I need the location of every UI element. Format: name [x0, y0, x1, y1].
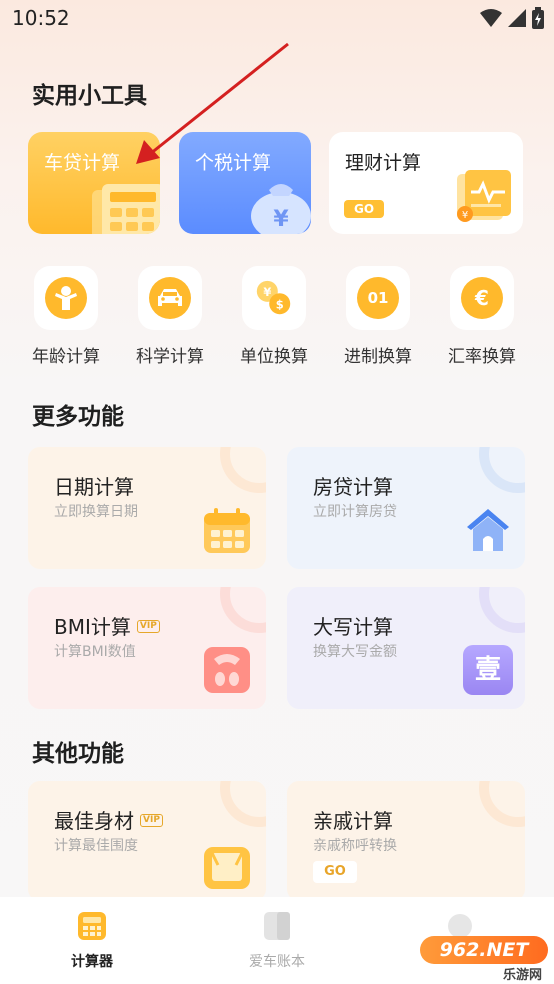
card-title: 日期计算 — [54, 475, 134, 499]
finance-go-badge[interactable]: GO — [344, 200, 384, 218]
finance-chart-icon: ¥ — [457, 170, 511, 222]
card-title: 最佳身材 VIP — [54, 805, 163, 834]
tab-calculator[interactable]: 计算器 — [42, 911, 142, 971]
currency-exchange-icon: ¥ $ — [253, 277, 295, 319]
watermark-logo: 962.NET 乐游网 — [408, 936, 548, 983]
uppercase-calc-card[interactable]: 大写计算 换算大写金额 壹 — [287, 587, 525, 709]
card-title: 大写计算 — [313, 615, 393, 639]
date-calc-card[interactable]: 日期计算 立即换算日期 — [28, 447, 266, 569]
status-time: 10:52 — [12, 6, 70, 30]
section-title-other: 其他功能 — [32, 741, 124, 767]
relative-calc-card[interactable]: 亲戚计算 亲戚称呼转换 GO — [287, 781, 525, 901]
annotation-arrow-icon — [136, 42, 289, 164]
euro-icon: € — [461, 277, 503, 319]
finance-card[interactable]: 理财计算 GO ¥ — [329, 132, 523, 234]
tool-label: 进制换算 — [344, 347, 412, 367]
card-subtitle: 换算大写金额 — [313, 644, 397, 660]
mortgage-calc-card[interactable]: 房贷计算 立即计算房贷 — [287, 447, 525, 569]
car-loan-label: 车贷计算 — [44, 152, 121, 174]
wifi-icon — [480, 9, 502, 27]
calculator-tab-icon — [78, 912, 106, 940]
battery-icon — [532, 7, 544, 29]
tool-unit[interactable]: ¥ $ 单位换算 — [229, 266, 319, 367]
tool-age[interactable]: 年龄计算 — [21, 266, 111, 367]
watermark-sub: 乐游网 — [502, 968, 542, 983]
card-subtitle: 立即换算日期 — [54, 504, 138, 520]
card-title: 房贷计算 — [313, 475, 393, 499]
tool-label: 年龄计算 — [32, 347, 100, 367]
status-bar: 10:52 — [0, 0, 554, 38]
tab-label: 计算器 — [71, 954, 113, 970]
vip-badge: VIP — [140, 814, 163, 827]
card-subtitle: 计算最佳围度 — [54, 838, 138, 854]
signal-icon — [508, 9, 526, 27]
tool-science[interactable]: 科学计算 — [125, 266, 215, 367]
card-title: BMI计算 VIP — [54, 611, 160, 640]
card-title: 亲戚计算 — [313, 809, 393, 833]
watermark-brand: 962.NET — [420, 936, 548, 964]
tool-label: 科学计算 — [136, 347, 204, 367]
money-bag-icon: ¥ — [251, 184, 311, 234]
calculator-icon — [92, 184, 160, 234]
card-subtitle: 计算BMI数值 — [54, 644, 136, 660]
card-subtitle: 亲戚称呼转换 — [313, 838, 397, 854]
calendar-icon — [204, 508, 250, 553]
best-figure-card[interactable]: 最佳身材 VIP 计算最佳围度 — [28, 781, 266, 901]
relative-go-badge[interactable]: GO — [313, 861, 357, 883]
ledger-tab-icon — [264, 912, 290, 940]
tool-currency[interactable]: € 汇率换算 — [437, 266, 527, 367]
vip-badge: VIP — [136, 620, 160, 633]
binary-icon: 01 — [357, 277, 399, 319]
car-icon — [149, 277, 191, 319]
finance-label: 理财计算 — [345, 152, 422, 174]
card-subtitle: 立即计算房贷 — [313, 504, 397, 520]
section-title-more: 更多功能 — [32, 404, 124, 430]
scale-icon — [204, 647, 250, 693]
bmi-calc-card[interactable]: BMI计算 VIP 计算BMI数值 — [28, 587, 266, 709]
body-measure-icon — [204, 847, 250, 889]
tab-car-ledger[interactable]: 爱车账本 — [227, 911, 327, 971]
svg-text:¥: ¥ — [263, 285, 271, 299]
svg-text:¥: ¥ — [273, 207, 289, 232]
status-icons — [480, 7, 544, 29]
house-icon — [467, 509, 509, 551]
tool-base[interactable]: 01 进制换算 — [333, 266, 423, 367]
svg-text:¥: ¥ — [462, 210, 468, 221]
tool-label: 单位换算 — [240, 347, 308, 367]
chinese-numeral-icon: 壹 — [463, 645, 513, 695]
tool-label: 汇率换算 — [448, 347, 516, 367]
tab-label: 爱车账本 — [249, 954, 305, 970]
person-icon — [45, 277, 87, 319]
svg-text:$: $ — [276, 298, 284, 312]
